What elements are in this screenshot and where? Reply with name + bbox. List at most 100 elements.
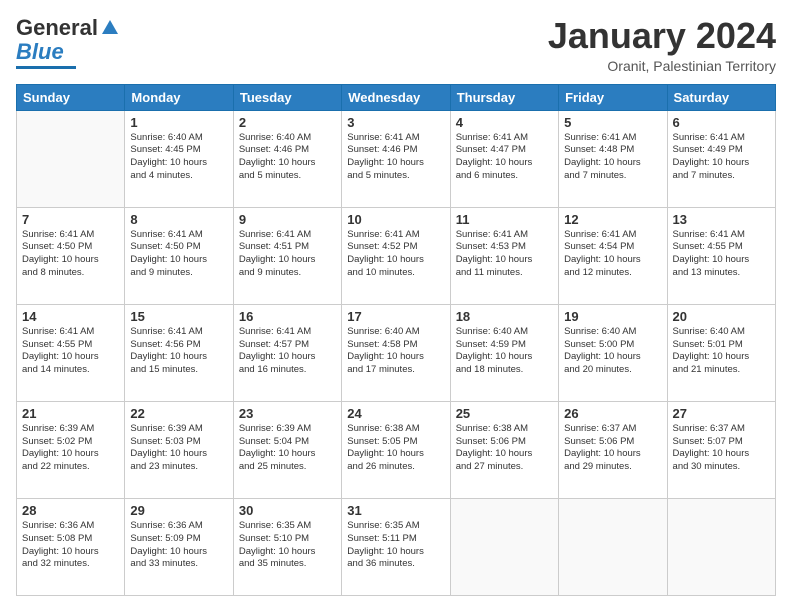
col-monday: Monday xyxy=(125,84,233,110)
calendar-cell: 28 Sunrise: 6:36 AM Sunset: 5:08 PM Dayli… xyxy=(17,498,125,595)
day-info: Sunrise: 6:41 AM Sunset: 4:54 PM Dayligh… xyxy=(564,229,661,280)
calendar-cell xyxy=(559,498,667,595)
month-title: January 2024 xyxy=(548,16,776,56)
page: General Blue January 2024 Oranit, Palest… xyxy=(0,0,792,612)
day-info: Sunrise: 6:40 AM Sunset: 4:59 PM Dayligh… xyxy=(456,326,553,377)
day-info: Sunrise: 6:35 AM Sunset: 5:10 PM Dayligh… xyxy=(239,520,336,571)
calendar-week-row: 21Sunrise: 6:39 AM Sunset: 5:02 PM Dayli… xyxy=(17,401,776,498)
calendar-cell: 21Sunrise: 6:39 AM Sunset: 5:02 PM Dayli… xyxy=(17,401,125,498)
logo-blue: Blue xyxy=(16,40,64,64)
day-info: Sunrise: 6:40 AM Sunset: 4:58 PM Dayligh… xyxy=(347,326,444,377)
day-number: 14 xyxy=(22,309,119,324)
day-info: Sunrise: 6:40 AM Sunset: 4:45 PM Dayligh… xyxy=(130,132,227,183)
logo-content: General Blue xyxy=(16,16,120,69)
col-sunday: Sunday xyxy=(17,84,125,110)
day-info: Sunrise: 6:40 AM Sunset: 5:00 PM Dayligh… xyxy=(564,326,661,377)
logo-icon xyxy=(100,18,120,38)
day-number: 16 xyxy=(239,309,336,324)
day-number: 11 xyxy=(456,212,553,227)
day-info: Sunrise: 6:41 AM Sunset: 4:55 PM Dayligh… xyxy=(673,229,770,280)
calendar-cell: 23Sunrise: 6:39 AM Sunset: 5:04 PM Dayli… xyxy=(233,401,341,498)
day-number: 4 xyxy=(456,115,553,130)
calendar-cell: 4 Sunrise: 6:41 AM Sunset: 4:47 PM Daylig… xyxy=(450,110,558,207)
calendar-cell: 13Sunrise: 6:41 AM Sunset: 4:55 PM Dayli… xyxy=(667,207,775,304)
calendar-week-row: 7 Sunrise: 6:41 AM Sunset: 4:50 PM Daylig… xyxy=(17,207,776,304)
day-info: Sunrise: 6:40 AM Sunset: 5:01 PM Dayligh… xyxy=(673,326,770,377)
day-number: 22 xyxy=(130,406,227,421)
calendar-cell: 20 Sunrise: 6:40 AM Sunset: 5:01 PM Dayli… xyxy=(667,304,775,401)
calendar-cell: 18 Sunrise: 6:40 AM Sunset: 4:59 PM Dayli… xyxy=(450,304,558,401)
day-info: Sunrise: 6:39 AM Sunset: 5:02 PM Dayligh… xyxy=(22,423,119,474)
col-thursday: Thursday xyxy=(450,84,558,110)
logo-line xyxy=(16,66,76,69)
calendar-cell: 14 Sunrise: 6:41 AM Sunset: 4:55 PM Dayli… xyxy=(17,304,125,401)
calendar-cell: 19 Sunrise: 6:40 AM Sunset: 5:00 PM Dayli… xyxy=(559,304,667,401)
day-number: 12 xyxy=(564,212,661,227)
day-info: Sunrise: 6:41 AM Sunset: 4:48 PM Dayligh… xyxy=(564,132,661,183)
day-number: 26 xyxy=(564,406,661,421)
calendar-cell: 1Sunrise: 6:40 AM Sunset: 4:45 PM Daylig… xyxy=(125,110,233,207)
calendar-cell xyxy=(450,498,558,595)
day-info: Sunrise: 6:41 AM Sunset: 4:56 PM Dayligh… xyxy=(130,326,227,377)
calendar-cell: 16 Sunrise: 6:41 AM Sunset: 4:57 PM Dayli… xyxy=(233,304,341,401)
day-info: Sunrise: 6:41 AM Sunset: 4:49 PM Dayligh… xyxy=(673,132,770,183)
calendar-header-row: Sunday Monday Tuesday Wednesday Thursday… xyxy=(17,84,776,110)
location: Oranit, Palestinian Territory xyxy=(548,58,776,74)
day-info: Sunrise: 6:41 AM Sunset: 4:50 PM Dayligh… xyxy=(22,229,119,280)
day-info: Sunrise: 6:41 AM Sunset: 4:52 PM Dayligh… xyxy=(347,229,444,280)
day-info: Sunrise: 6:37 AM Sunset: 5:07 PM Dayligh… xyxy=(673,423,770,474)
calendar-cell: 3 Sunrise: 6:41 AM Sunset: 4:46 PM Daylig… xyxy=(342,110,450,207)
day-number: 9 xyxy=(239,212,336,227)
day-number: 23 xyxy=(239,406,336,421)
day-number: 19 xyxy=(564,309,661,324)
day-info: Sunrise: 6:40 AM Sunset: 4:46 PM Dayligh… xyxy=(239,132,336,183)
day-number: 20 xyxy=(673,309,770,324)
calendar-week-row: 14 Sunrise: 6:41 AM Sunset: 4:55 PM Dayli… xyxy=(17,304,776,401)
title-section: January 2024 Oranit, Palestinian Territo… xyxy=(548,16,776,74)
day-number: 17 xyxy=(347,309,444,324)
logo: General Blue xyxy=(16,16,120,69)
calendar-cell: 8Sunrise: 6:41 AM Sunset: 4:50 PM Daylig… xyxy=(125,207,233,304)
calendar-cell: 27Sunrise: 6:37 AM Sunset: 5:07 PM Dayli… xyxy=(667,401,775,498)
calendar-cell: 7 Sunrise: 6:41 AM Sunset: 4:50 PM Daylig… xyxy=(17,207,125,304)
calendar-cell: 26 Sunrise: 6:37 AM Sunset: 5:06 PM Dayli… xyxy=(559,401,667,498)
day-info: Sunrise: 6:41 AM Sunset: 4:47 PM Dayligh… xyxy=(456,132,553,183)
calendar-cell: 29Sunrise: 6:36 AM Sunset: 5:09 PM Dayli… xyxy=(125,498,233,595)
day-info: Sunrise: 6:36 AM Sunset: 5:09 PM Dayligh… xyxy=(130,520,227,571)
calendar-week-row: 28 Sunrise: 6:36 AM Sunset: 5:08 PM Dayli… xyxy=(17,498,776,595)
calendar-cell: 22 Sunrise: 6:39 AM Sunset: 5:03 PM Dayli… xyxy=(125,401,233,498)
day-number: 24 xyxy=(347,406,444,421)
calendar-cell xyxy=(667,498,775,595)
day-number: 7 xyxy=(22,212,119,227)
day-number: 3 xyxy=(347,115,444,130)
day-number: 25 xyxy=(456,406,553,421)
calendar-cell: 24 Sunrise: 6:38 AM Sunset: 5:05 PM Dayli… xyxy=(342,401,450,498)
day-number: 8 xyxy=(130,212,227,227)
day-info: Sunrise: 6:41 AM Sunset: 4:46 PM Dayligh… xyxy=(347,132,444,183)
day-number: 10 xyxy=(347,212,444,227)
day-info: Sunrise: 6:41 AM Sunset: 4:55 PM Dayligh… xyxy=(22,326,119,377)
day-info: Sunrise: 6:36 AM Sunset: 5:08 PM Dayligh… xyxy=(22,520,119,571)
day-info: Sunrise: 6:38 AM Sunset: 5:05 PM Dayligh… xyxy=(347,423,444,474)
day-info: Sunrise: 6:35 AM Sunset: 5:11 PM Dayligh… xyxy=(347,520,444,571)
day-info: Sunrise: 6:41 AM Sunset: 4:53 PM Dayligh… xyxy=(456,229,553,280)
day-info: Sunrise: 6:39 AM Sunset: 5:03 PM Dayligh… xyxy=(130,423,227,474)
day-number: 30 xyxy=(239,503,336,518)
header: General Blue January 2024 Oranit, Palest… xyxy=(16,16,776,74)
col-saturday: Saturday xyxy=(667,84,775,110)
calendar-cell: 15 Sunrise: 6:41 AM Sunset: 4:56 PM Dayli… xyxy=(125,304,233,401)
day-info: Sunrise: 6:37 AM Sunset: 5:06 PM Dayligh… xyxy=(564,423,661,474)
day-number: 15 xyxy=(130,309,227,324)
calendar-cell: 5 Sunrise: 6:41 AM Sunset: 4:48 PM Daylig… xyxy=(559,110,667,207)
day-number: 5 xyxy=(564,115,661,130)
calendar-cell: 2 Sunrise: 6:40 AM Sunset: 4:46 PM Daylig… xyxy=(233,110,341,207)
calendar-week-row: 1Sunrise: 6:40 AM Sunset: 4:45 PM Daylig… xyxy=(17,110,776,207)
calendar-cell: 31Sunrise: 6:35 AM Sunset: 5:11 PM Dayli… xyxy=(342,498,450,595)
col-friday: Friday xyxy=(559,84,667,110)
day-number: 18 xyxy=(456,309,553,324)
day-info: Sunrise: 6:41 AM Sunset: 4:57 PM Dayligh… xyxy=(239,326,336,377)
day-number: 28 xyxy=(22,503,119,518)
day-number: 6 xyxy=(673,115,770,130)
col-tuesday: Tuesday xyxy=(233,84,341,110)
day-number: 2 xyxy=(239,115,336,130)
